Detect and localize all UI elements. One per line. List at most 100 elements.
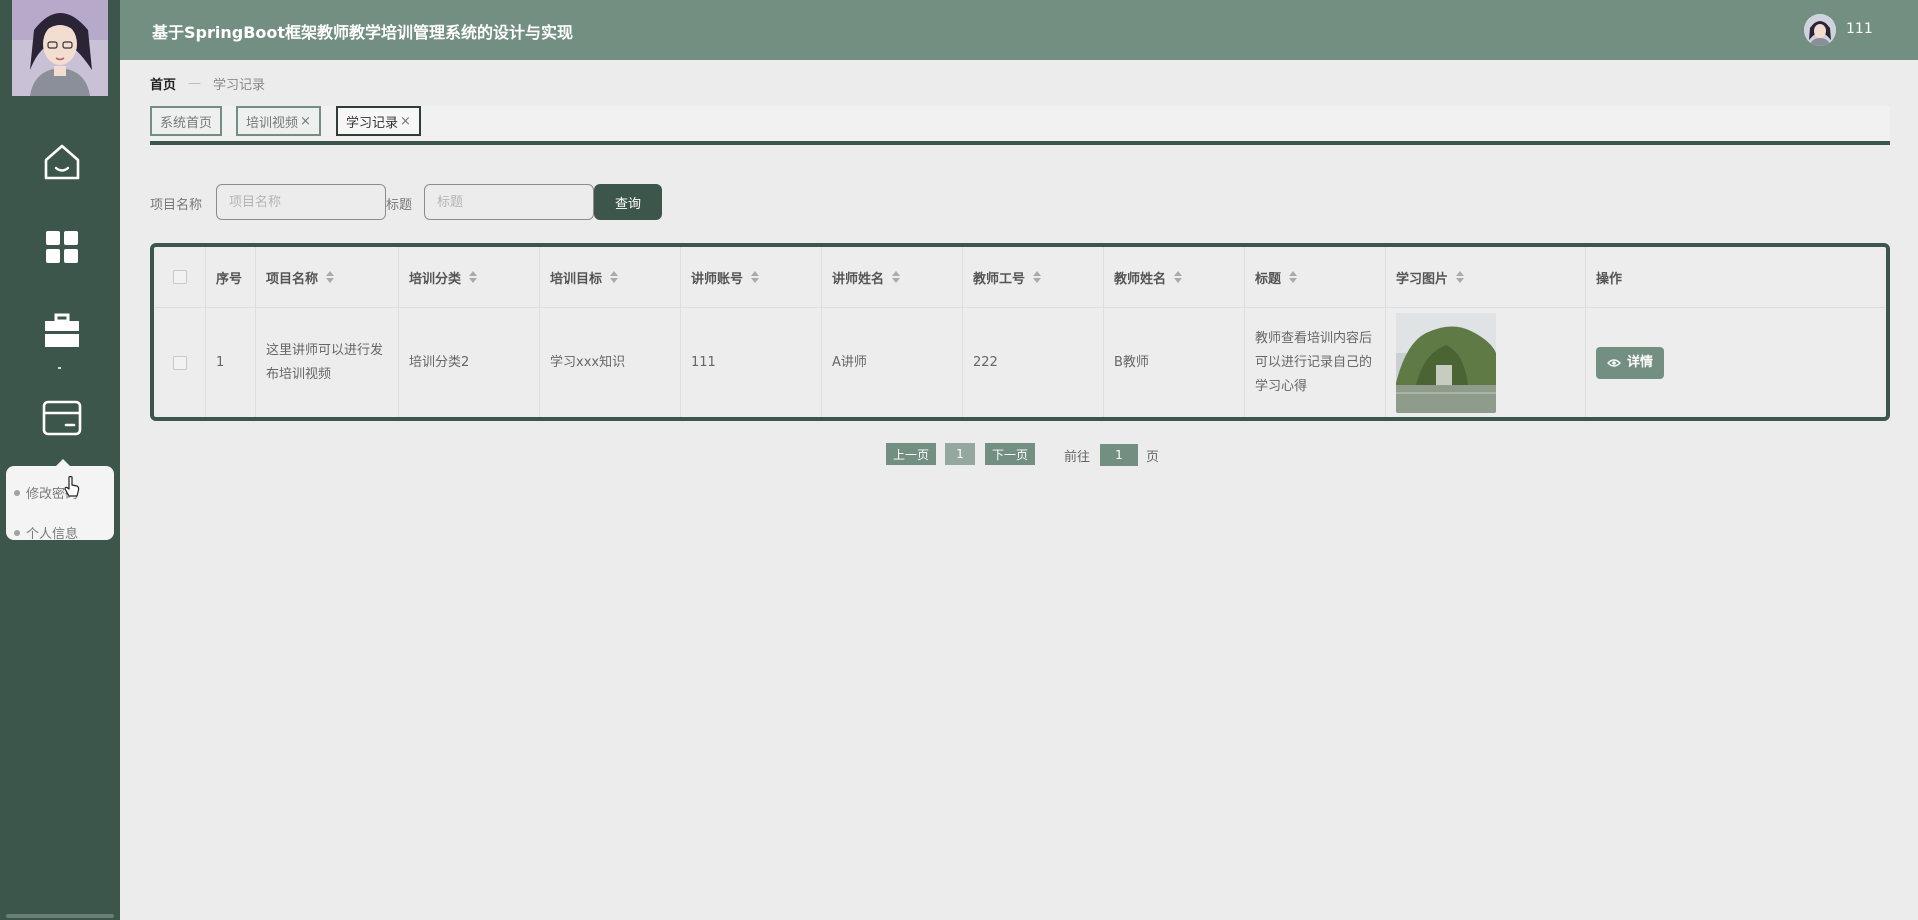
header-teacher-id[interactable]: 教师工号 xyxy=(963,247,1104,307)
cell-category: 培训分类2 xyxy=(399,308,540,417)
nav-training[interactable] xyxy=(36,305,88,357)
header-lecturer-account[interactable]: 讲师账号 xyxy=(681,247,822,307)
top-header: 基于SpringBoot框架教师教学培训管理系统的设计与实现 111 xyxy=(120,0,1918,60)
header-teacher-name[interactable]: 教师姓名 xyxy=(1104,247,1245,307)
header-label: 讲师账号 xyxy=(691,271,744,287)
header-select-all xyxy=(154,247,206,307)
header-label: 标题 xyxy=(1255,271,1282,287)
sort-icon[interactable] xyxy=(1174,271,1183,283)
home-icon xyxy=(44,144,80,180)
breadcrumb-current: 学习记录 xyxy=(213,78,266,93)
app-title: 基于SpringBoot框架教师教学培训管理系统的设计与实现 xyxy=(152,23,574,42)
header-label: 序号 xyxy=(216,271,243,287)
prev-page-button[interactable]: 上一页 xyxy=(886,443,936,465)
breadcrumb: 首页 — 学习记录 xyxy=(150,74,265,93)
select-all-checkbox[interactable] xyxy=(172,270,187,284)
query-button[interactable]: 查询 xyxy=(594,184,662,220)
breadcrumb-separator: — xyxy=(188,76,202,91)
nav-account[interactable] xyxy=(36,392,88,444)
tab-training-video[interactable]: 培训视频 × xyxy=(236,106,321,136)
sort-icon[interactable] xyxy=(751,271,760,283)
submenu-item-profile[interactable]: 个人信息 xyxy=(14,523,78,542)
title-input[interactable] xyxy=(424,184,594,220)
sort-icon[interactable] xyxy=(892,271,901,283)
data-table: 序号 项目名称 培训分类 培训目标 讲师账号 讲师姓名 教师工号 教师姓名 标题… xyxy=(150,243,1890,421)
close-icon[interactable]: × xyxy=(400,114,411,129)
cell-project-name: 这里讲师可以进行发布培训视频 xyxy=(256,308,399,417)
project-name-label: 项目名称 xyxy=(150,198,203,213)
header-label: 讲师姓名 xyxy=(832,271,885,287)
detail-button-label: 详情 xyxy=(1626,354,1653,370)
avatar xyxy=(12,0,108,96)
user-avatar[interactable] xyxy=(1804,14,1836,46)
grid-icon xyxy=(46,231,78,263)
cell-teacher-id: 222 xyxy=(963,308,1104,417)
briefcase-icon xyxy=(45,313,79,347)
sidebar-scrollbar[interactable] xyxy=(6,914,114,918)
sort-icon[interactable] xyxy=(326,271,335,283)
sort-icon[interactable] xyxy=(1456,271,1465,283)
sort-icon[interactable] xyxy=(469,271,478,283)
cell-title: 教师查看培训内容后可以进行记录自己的学习心得 xyxy=(1245,308,1386,417)
wallet-icon xyxy=(42,400,82,436)
header-label: 教师姓名 xyxy=(1114,271,1167,287)
title-label: 标题 xyxy=(386,198,413,213)
cell-goal: 学习xxx知识 xyxy=(540,308,681,417)
header-project-name[interactable]: 项目名称 xyxy=(256,247,399,307)
sidebar: 修改密码 个人信息 xyxy=(0,0,120,920)
account-submenu: 修改密码 个人信息 xyxy=(6,459,114,542)
header-label: 培训目标 xyxy=(550,271,603,287)
tab-home[interactable]: 系统首页 xyxy=(150,106,223,136)
header-label: 项目名称 xyxy=(266,271,319,287)
cell-study-image xyxy=(1386,308,1586,417)
user-avatar-image xyxy=(1804,14,1836,46)
row-select xyxy=(154,308,206,417)
header-label: 操作 xyxy=(1596,271,1623,287)
project-name-input[interactable] xyxy=(216,184,386,220)
header-category[interactable]: 培训分类 xyxy=(399,247,540,307)
bullet-icon xyxy=(14,529,20,536)
goto-label: 前往 xyxy=(1064,450,1091,465)
tabs-bar: 系统首页 培训视频 × 学习记录 × xyxy=(150,106,1890,145)
page-number-1[interactable]: 1 xyxy=(945,443,975,465)
user-name[interactable]: 111 xyxy=(1846,21,1873,37)
row-checkbox[interactable] xyxy=(172,355,187,370)
hand-cursor-icon xyxy=(64,476,80,497)
next-page-button[interactable]: 下一页 xyxy=(985,443,1035,465)
header-action: 操作 xyxy=(1586,247,1886,307)
table-row: 1 这里讲师可以进行发布培训视频 培训分类2 学习xxx知识 111 A讲师 2… xyxy=(154,308,1886,417)
detail-button[interactable]: 详情 xyxy=(1596,346,1664,379)
nav-dashboard[interactable] xyxy=(36,221,88,273)
cell-lecturer-account: 111 xyxy=(681,308,822,417)
breadcrumb-home[interactable]: 首页 xyxy=(150,74,176,93)
close-icon[interactable]: × xyxy=(300,114,311,129)
cell-action: 详情 xyxy=(1586,308,1886,417)
submenu-item-label: 个人信息 xyxy=(26,527,79,542)
header-title[interactable]: 标题 xyxy=(1245,247,1386,307)
goto-page-input[interactable] xyxy=(1100,444,1138,466)
header-study-image[interactable]: 学习图片 xyxy=(1386,247,1586,307)
page-suffix: 页 xyxy=(1146,450,1160,465)
header-goal[interactable]: 培训目标 xyxy=(540,247,681,307)
sort-icon[interactable] xyxy=(610,271,619,283)
study-image-thumbnail[interactable] xyxy=(1396,312,1496,413)
landscape-photo xyxy=(1396,312,1496,413)
nav-home[interactable] xyxy=(36,136,88,188)
nav-divider xyxy=(58,367,61,369)
cell-lecturer-name: A讲师 xyxy=(822,308,963,417)
header-index: 序号 xyxy=(206,247,256,307)
avatar-illustration xyxy=(12,0,108,96)
table-header-row: 序号 项目名称 培训分类 培训目标 讲师账号 讲师姓名 教师工号 教师姓名 标题… xyxy=(154,247,1886,308)
header-label: 教师工号 xyxy=(973,271,1026,287)
tab-label: 系统首页 xyxy=(160,115,213,131)
sort-icon[interactable] xyxy=(1289,271,1298,283)
tab-label: 学习记录 xyxy=(346,115,399,131)
bullet-icon xyxy=(14,489,20,496)
tab-study-record[interactable]: 学习记录 × xyxy=(336,106,421,136)
sort-icon[interactable] xyxy=(1033,271,1042,283)
header-label: 学习图片 xyxy=(1396,271,1449,287)
header-lecturer-name[interactable]: 讲师姓名 xyxy=(822,247,963,307)
tab-label: 培训视频 xyxy=(246,115,299,131)
cell-index: 1 xyxy=(206,308,256,417)
cell-teacher-name: B教师 xyxy=(1104,308,1245,417)
